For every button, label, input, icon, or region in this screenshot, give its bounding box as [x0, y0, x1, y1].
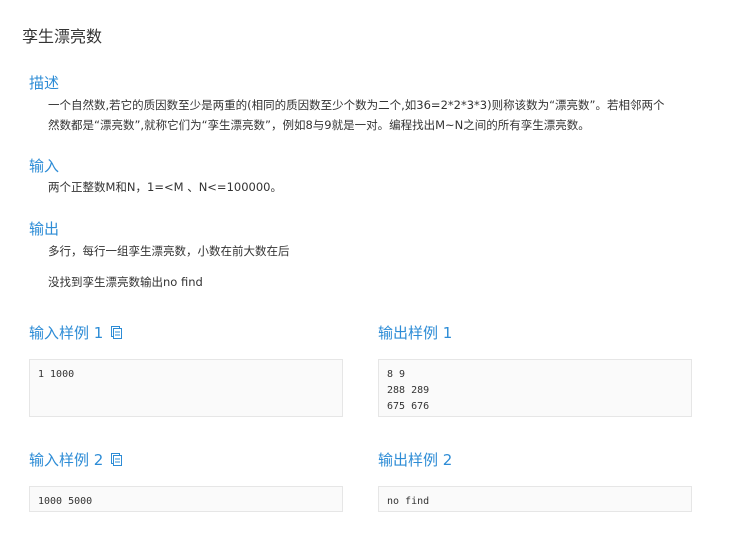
description-line-1: 一个自然数,若它的质因数至少是两重的(相同的质因数至少个数为二个,如36=2*2…: [48, 98, 665, 112]
output-text-1: 多行，每行一组孪生漂亮数，小数在前大数在后: [48, 244, 290, 258]
page-title: 孪生漂亮数: [22, 27, 103, 46]
sample-output-2-box: no find: [378, 486, 692, 512]
sample-output-1-box: 8 9 288 289 675 676: [378, 359, 692, 417]
sample-output-1-label: 输出样例 1: [378, 324, 453, 342]
output-text-2: 没找到孪生漂亮数输出no find: [48, 275, 203, 289]
sample-output-1-title: 输出样例 1: [378, 322, 452, 343]
sample-output-2-title: 输出样例 2: [378, 449, 452, 470]
sample-input-1-label: 输入样例 1: [29, 324, 104, 342]
sample-input-2-label: 输入样例 2: [29, 451, 104, 469]
description-heading: 描述: [29, 74, 60, 92]
sample-input-1-box: 1 1000: [29, 359, 343, 417]
sample-output-2-label: 输出样例 2: [378, 451, 453, 469]
input-text: 两个正整数M和N，1=<M 、N<=100000。: [48, 180, 282, 194]
input-heading: 输入: [29, 157, 60, 175]
copy-icon[interactable]: [111, 326, 123, 339]
sample-input-2-title: 输入样例 2: [29, 449, 123, 470]
output-heading: 输出: [29, 220, 60, 238]
description-line-2: 然数都是“漂亮数”,就称它们为“孪生漂亮数”，例如8与9就是一对。编程找出M~N…: [48, 118, 590, 132]
sample-input-2-box: 1000 5000: [29, 486, 343, 512]
copy-icon[interactable]: [111, 453, 123, 466]
description-text: 一个自然数,若它的质因数至少是两重的(相同的质因数至少个数为二个,如36=2*2…: [48, 95, 738, 135]
sample-input-1-title: 输入样例 1: [29, 322, 123, 343]
